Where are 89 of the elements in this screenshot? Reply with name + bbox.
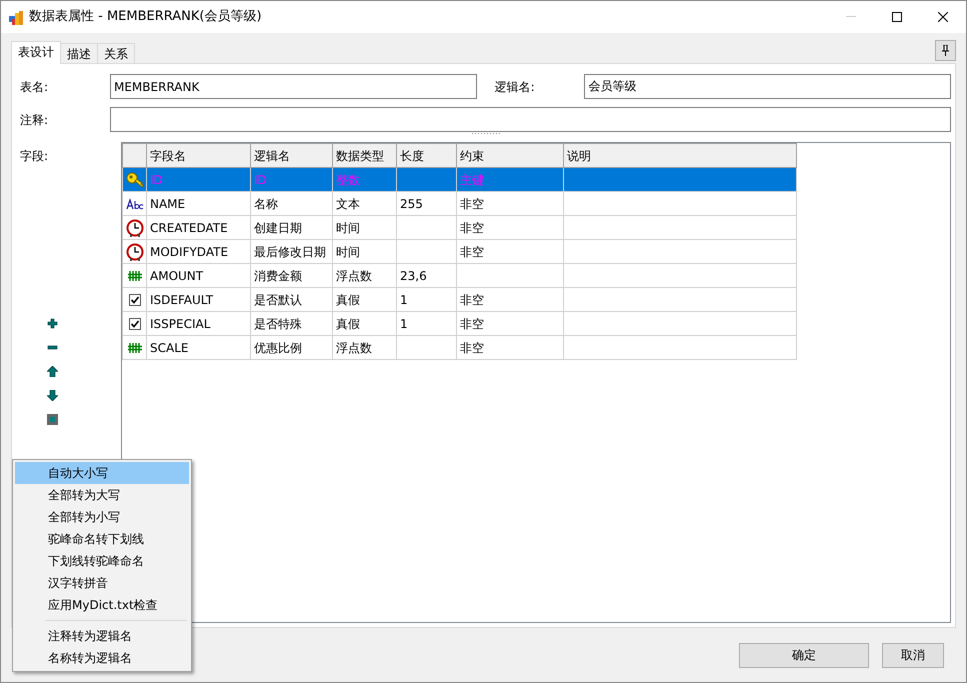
table-cell: 浮点数 — [332, 336, 396, 360]
table-cell: 23,6 — [396, 264, 456, 288]
pin-icon — [942, 45, 949, 56]
table-cell: ISDEFAULT — [146, 288, 250, 312]
column-header[interactable]: 约束 — [456, 144, 564, 168]
clock-icon — [126, 242, 144, 261]
table-cell: 1 — [396, 312, 456, 336]
table-cell: SCALE — [146, 336, 250, 360]
down-arrow-button[interactable] — [44, 387, 60, 403]
tab[interactable]: 描述 — [60, 43, 98, 63]
checkbox-icon — [128, 294, 140, 306]
dialog-button[interactable]: 确定 — [739, 642, 869, 668]
field-label: 注释: — [20, 112, 50, 128]
table-cell: 创建日期 — [250, 216, 332, 240]
table-cell: ID — [146, 168, 250, 192]
table-cell: 非空 — [456, 288, 564, 312]
column-header[interactable]: 长度 — [396, 144, 456, 168]
menu-item[interactable]: 全部转为小写 — [15, 506, 189, 528]
key-icon — [126, 172, 144, 188]
add-icon — [46, 318, 58, 328]
menu-item[interactable]: 应用MyDict.txt检查 — [15, 594, 189, 616]
menu-item[interactable]: 名称转为逻辑名 — [15, 647, 189, 669]
table-cell: 主键 — [456, 168, 564, 192]
table-cell — [396, 168, 456, 192]
row-header-corner — [122, 144, 146, 168]
column-header[interactable]: 字段名 — [146, 144, 250, 168]
table-cell: 最后修改日期 — [250, 240, 332, 264]
menu-item[interactable]: 注释转为逻辑名 — [15, 625, 189, 647]
table-cell: 消费金额 — [250, 264, 332, 288]
table-cell: 时间 — [332, 240, 396, 264]
table-cell: MODIFYDATE — [146, 240, 250, 264]
table-cell: 真假 — [332, 288, 396, 312]
minimize-icon — [846, 16, 856, 18]
table-cell: NAME — [146, 192, 250, 216]
table-cell: 真假 — [332, 312, 396, 336]
clock-icon — [126, 218, 144, 237]
table-cell — [396, 216, 456, 240]
window-title: 数据表属性 - MEMBERRANK(会员等级) — [29, 8, 263, 26]
table-cell: 255 — [396, 192, 456, 216]
menu-item[interactable]: 下划线转驼峰命名 — [15, 550, 189, 572]
down-arrow-icon — [46, 390, 58, 400]
table-cell: 优惠比例 — [250, 336, 332, 360]
square-icon — [46, 414, 58, 424]
up-arrow-icon — [46, 366, 58, 376]
table-name-field[interactable]: MEMBERRANK — [110, 74, 477, 99]
table-cell: 非空 — [456, 216, 564, 240]
table-cell: 整数 — [332, 168, 396, 192]
logical-name-field[interactable]: 会员等级 — [584, 74, 952, 99]
close-icon — [938, 12, 948, 22]
table-cell: AMOUNT — [146, 264, 250, 288]
table-cell: 名称 — [250, 192, 332, 216]
menu-item[interactable]: 全部转为大写 — [15, 484, 189, 506]
table-cell: 1 — [396, 288, 456, 312]
table-cell: ID — [250, 168, 332, 192]
table-cell: 非空 — [456, 312, 564, 336]
table-cell: 非空 — [456, 240, 564, 264]
table-cell: 是否特殊 — [250, 312, 332, 336]
table-cell — [396, 240, 456, 264]
square-button[interactable] — [44, 411, 60, 427]
number-type-icon — [128, 271, 142, 282]
checkbox-icon — [128, 318, 140, 330]
field-label: 表名: — [20, 78, 50, 96]
table-cell: 非空 — [456, 336, 564, 360]
table-cell: ISSPECIAL — [146, 312, 250, 336]
field-label: 字段: — [20, 148, 50, 165]
menu-item[interactable]: 汉字转拼音 — [15, 572, 189, 594]
table-cell: CREATEDATE — [146, 216, 250, 240]
table-cell — [396, 336, 456, 360]
text-type-icon — [126, 198, 144, 210]
table-cell: 时间 — [332, 216, 396, 240]
tab[interactable]: 关系 — [97, 43, 135, 63]
number-type-icon — [128, 343, 142, 354]
table-cell: 是否默认 — [250, 288, 332, 312]
menu-item[interactable]: 驼峰命名转下划线 — [15, 528, 189, 550]
column-header[interactable]: 逻辑名 — [250, 144, 332, 168]
up-arrow-button[interactable] — [44, 363, 60, 379]
table-cell: 浮点数 — [332, 264, 396, 288]
maximize-icon — [892, 12, 902, 22]
menu-item[interactable]: 自动大小写 — [15, 462, 189, 484]
tab[interactable]: 表设计 — [11, 41, 61, 64]
dialog-button[interactable]: 取消 — [882, 642, 944, 668]
table-cell: 非空 — [456, 192, 564, 216]
comment-field[interactable] — [110, 107, 951, 132]
pin-button[interactable] — [935, 40, 956, 61]
column-header[interactable]: 说明 — [564, 144, 796, 168]
column-header[interactable]: 数据类型 — [332, 144, 396, 168]
field-label: 逻辑名: — [494, 78, 536, 96]
table-cell: 文本 — [332, 192, 396, 216]
app-icon — [9, 10, 23, 25]
